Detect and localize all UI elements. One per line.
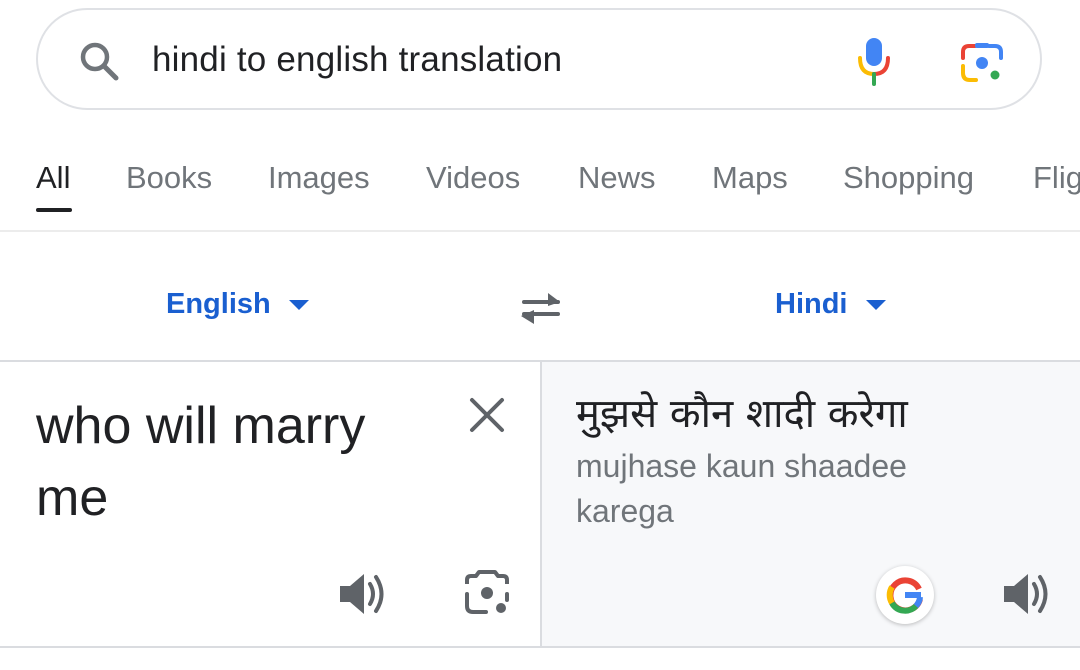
caret-down-icon [288, 300, 309, 311]
google-g-icon [886, 577, 923, 614]
microphone-icon[interactable] [856, 36, 892, 86]
tab-images[interactable]: Images [268, 160, 370, 196]
active-tab-indicator [36, 208, 72, 212]
tab-news[interactable]: News [578, 160, 656, 196]
source-panel: who will marry me [0, 362, 540, 646]
tabs-divider [0, 230, 1080, 232]
speaker-icon[interactable] [1002, 572, 1052, 616]
search-input[interactable]: hindi to english translation [152, 40, 562, 80]
tab-all[interactable]: All [36, 160, 70, 196]
transliteration-text: mujhase kaun shaadee karega [576, 448, 907, 529]
tab-flights[interactable]: Flig [1033, 160, 1080, 196]
target-language-select[interactable]: Hindi [775, 288, 886, 321]
source-text-input[interactable]: who will marry me [36, 390, 436, 534]
tab-videos[interactable]: Videos [426, 160, 520, 196]
search-bar[interactable]: hindi to english translation [36, 8, 1042, 110]
camera-search-icon[interactable] [464, 570, 510, 616]
search-icon[interactable] [78, 40, 120, 82]
source-language-select[interactable]: English [166, 288, 309, 321]
swap-languages-icon[interactable] [516, 288, 566, 328]
tab-maps[interactable]: Maps [712, 160, 788, 196]
close-icon[interactable] [468, 396, 506, 434]
speaker-icon[interactable] [338, 572, 388, 616]
search-tabs: All Books Images Videos News Maps Shoppi… [0, 160, 1080, 220]
target-panel: मुझसे कौन शादी करेगा mujhase kaun shaade… [542, 362, 1080, 646]
translated-text: मुझसे कौन शादी करेगा [576, 391, 908, 437]
google-lens-icon[interactable] [960, 42, 1004, 84]
panel-bottom-border [0, 646, 1080, 648]
caret-down-icon [865, 300, 886, 311]
google-logo-button[interactable] [876, 566, 934, 624]
target-language-label: Hindi [775, 288, 848, 320]
source-language-label: English [166, 288, 271, 320]
tab-shopping[interactable]: Shopping [843, 160, 974, 196]
tab-books[interactable]: Books [126, 160, 212, 196]
